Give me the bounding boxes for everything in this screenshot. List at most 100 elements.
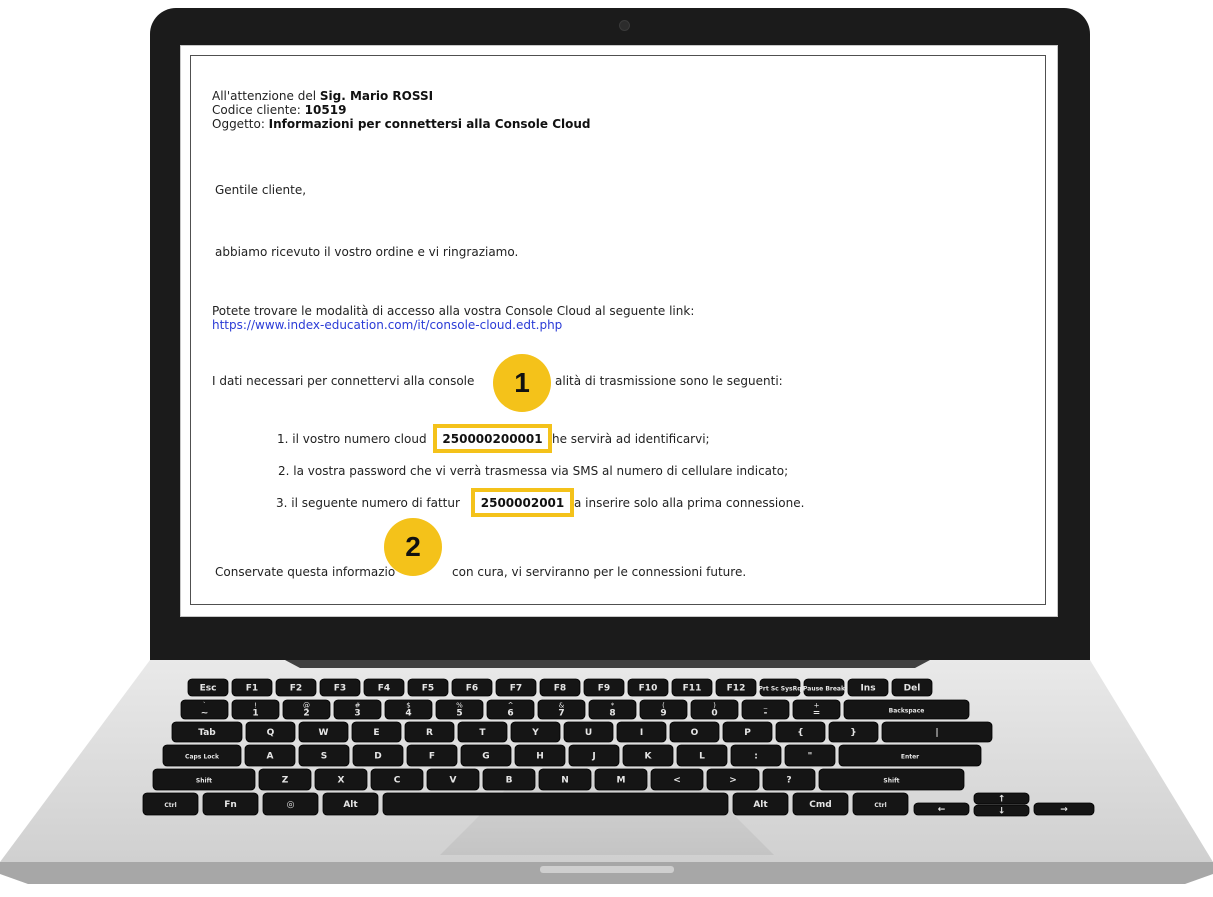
key-e[interactable]: E: [351, 721, 402, 743]
key-symbol[interactable]: |: [881, 721, 993, 743]
key-g[interactable]: G: [460, 744, 512, 767]
svg-text:Prt Sc SysRq: Prt Sc SysRq: [759, 686, 802, 693]
svg-text:*: *: [611, 702, 615, 710]
key-h[interactable]: H: [514, 744, 566, 767]
key-q[interactable]: Q: [245, 721, 296, 743]
key-caps-lock[interactable]: Caps Lock: [162, 744, 242, 767]
svg-text:): ): [713, 702, 716, 710]
key-f6[interactable]: F6: [451, 678, 493, 697]
key-u[interactable]: U: [563, 721, 614, 743]
key-f11[interactable]: F11: [671, 678, 713, 697]
key-ctrl-right[interactable]: Ctrl: [852, 792, 909, 816]
svg-text:F8: F8: [554, 684, 566, 694]
key-arrow-up[interactable]: ↑: [973, 792, 1030, 805]
svg-text:M: M: [617, 776, 626, 786]
key-k[interactable]: K: [622, 744, 674, 767]
key-s[interactable]: S: [298, 744, 350, 767]
key-v-4[interactable]: V: [426, 768, 480, 791]
key-del[interactable]: Del: [891, 678, 933, 697]
key-symbol[interactable]: {: [775, 721, 826, 743]
svg-text:~: ~: [201, 709, 209, 719]
key-8[interactable]: 8*: [588, 699, 637, 720]
key-globe[interactable]: ◎: [262, 792, 319, 816]
key-alt-left[interactable]: Alt: [322, 792, 379, 816]
key-cmd[interactable]: Cmd: [792, 792, 849, 816]
key-7[interactable]: 7&: [537, 699, 586, 720]
key-enter[interactable]: Enter: [838, 744, 982, 767]
key-f[interactable]: F: [406, 744, 458, 767]
key-symbol[interactable]: -_: [741, 699, 790, 720]
svg-text:$: $: [406, 702, 410, 710]
key-symbol[interactable]: }: [828, 721, 879, 743]
key-shift-11[interactable]: Shift: [818, 768, 965, 791]
key-prt-sc-sysrq[interactable]: Prt Sc SysRq: [759, 678, 802, 697]
key-d[interactable]: D: [352, 744, 404, 767]
key-t[interactable]: T: [457, 721, 508, 743]
key-f7[interactable]: F7: [495, 678, 537, 697]
key-space[interactable]: [382, 792, 729, 816]
key-c-3[interactable]: C: [370, 768, 424, 791]
key-i[interactable]: I: [616, 721, 667, 743]
key-tab[interactable]: Tab: [171, 721, 243, 743]
key-f4[interactable]: F4: [363, 678, 405, 697]
key-symbol-9[interactable]: >: [706, 768, 760, 791]
key-symbol[interactable]: ~`: [180, 699, 229, 720]
key-fn[interactable]: Fn: [202, 792, 259, 816]
key-l[interactable]: L: [676, 744, 728, 767]
key-a[interactable]: A: [244, 744, 296, 767]
key-x-2[interactable]: X: [314, 768, 368, 791]
svg-text:Ctrl: Ctrl: [874, 802, 886, 809]
svg-text:=: =: [813, 709, 821, 719]
key-f9[interactable]: F9: [583, 678, 625, 697]
key-symbol[interactable]: :: [730, 744, 782, 767]
svg-text:→: →: [1060, 805, 1068, 815]
svg-text:#: #: [355, 702, 361, 710]
key-f5[interactable]: F5: [407, 678, 449, 697]
svg-text:P: P: [744, 728, 751, 738]
key-f12[interactable]: F12: [715, 678, 757, 697]
key-9[interactable]: 9(: [639, 699, 688, 720]
key-p[interactable]: P: [722, 721, 773, 743]
key-shift-0[interactable]: Shift: [152, 768, 256, 791]
key-f10[interactable]: F10: [627, 678, 669, 697]
key-ctrl-left[interactable]: Ctrl: [142, 792, 199, 816]
svg-text:`: `: [203, 702, 207, 710]
key-symbol[interactable]: ": [784, 744, 836, 767]
key-y[interactable]: Y: [510, 721, 561, 743]
key-arrow-right[interactable]: →: [1033, 802, 1095, 816]
key-3[interactable]: 3#: [333, 699, 382, 720]
key-2[interactable]: 2@: [282, 699, 331, 720]
svg-text:Z: Z: [282, 776, 289, 786]
key-1[interactable]: 1!: [231, 699, 280, 720]
key-f3[interactable]: F3: [319, 678, 361, 697]
key-m-7[interactable]: M: [594, 768, 648, 791]
key-f8[interactable]: F8: [539, 678, 581, 697]
key-ins[interactable]: Ins: [847, 678, 889, 697]
key-n-6[interactable]: N: [538, 768, 592, 791]
key-w[interactable]: W: [298, 721, 349, 743]
key-b-5[interactable]: B: [482, 768, 536, 791]
key-f2[interactable]: F2: [275, 678, 317, 697]
key-alt-right[interactable]: Alt: [732, 792, 789, 816]
key-j[interactable]: J: [568, 744, 620, 767]
key-o[interactable]: O: [669, 721, 720, 743]
key-f1[interactable]: F1: [231, 678, 273, 697]
key-4[interactable]: 4$: [384, 699, 433, 720]
key-symbol-10[interactable]: ?: [762, 768, 816, 791]
key-symbol-8[interactable]: <: [650, 768, 704, 791]
key-0[interactable]: 0): [690, 699, 739, 720]
key-z-1[interactable]: Z: [258, 768, 312, 791]
svg-text:F7: F7: [510, 684, 522, 694]
key-5[interactable]: 5%: [435, 699, 484, 720]
svg-text:F9: F9: [598, 684, 610, 694]
svg-text:Backspace: Backspace: [889, 708, 925, 715]
key-backspace[interactable]: Backspace: [843, 699, 970, 720]
key-symbol[interactable]: =+: [792, 699, 841, 720]
svg-text:3: 3: [354, 709, 360, 719]
key-6[interactable]: 6^: [486, 699, 535, 720]
key-arrow-down[interactable]: ↓: [973, 804, 1030, 817]
key-esc[interactable]: Esc: [187, 678, 229, 697]
key-r[interactable]: R: [404, 721, 455, 743]
key-arrow-left[interactable]: ←: [913, 802, 970, 816]
key-pause-break[interactable]: Pause Break: [803, 678, 846, 697]
